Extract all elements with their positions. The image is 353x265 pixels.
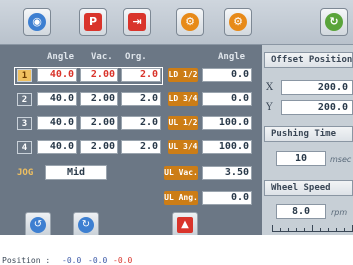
header-vac: Vac. xyxy=(91,52,113,62)
vac-field[interactable]: 2.00 xyxy=(80,92,118,106)
angle-field[interactable]: 40.0 xyxy=(37,116,77,130)
offset-title: Offset Position xyxy=(264,52,353,68)
header-angle: Angle xyxy=(47,52,75,62)
vac-field[interactable]: 2.00 xyxy=(80,68,118,82)
org-field[interactable]: 2.0 xyxy=(121,140,161,154)
param-field[interactable]: 0.0 xyxy=(202,92,252,106)
pushing-title: Pushing Time xyxy=(264,126,353,142)
org-field[interactable]: 2.0 xyxy=(121,92,161,106)
y-axis-label: Y xyxy=(266,102,273,113)
gear-icon: ⚙ xyxy=(181,13,199,31)
header-angle-2: Angle xyxy=(218,52,246,62)
position-y: -0.0 xyxy=(88,256,108,265)
globe-icon: ◉ xyxy=(28,13,46,31)
offset-y-field[interactable]: 200.0 xyxy=(281,100,353,115)
param-label: LD 1/2 xyxy=(168,68,198,82)
x-axis-label: X xyxy=(266,82,274,93)
pushing-unit: msec xyxy=(330,155,352,164)
exit-button[interactable]: ⇥ xyxy=(123,8,151,36)
position-x: -0.0 xyxy=(62,256,82,265)
pushing-field[interactable]: 10 xyxy=(276,151,326,166)
position-label: Position : xyxy=(2,256,51,265)
warning-icon: ▲ xyxy=(177,217,193,233)
vac-field[interactable]: 2.00 xyxy=(80,140,118,154)
angle-field[interactable]: 40.0 xyxy=(37,92,77,106)
param-label: UL 1/2 xyxy=(168,116,198,130)
row-number[interactable]: 4 xyxy=(17,141,32,154)
header-org: Org. xyxy=(125,52,147,62)
vac-field[interactable]: 2.00 xyxy=(80,116,118,130)
rotate-right-icon: ↻ xyxy=(78,217,94,233)
settings-button-1[interactable]: ⚙ xyxy=(176,8,204,36)
row-number[interactable]: 1 xyxy=(17,69,32,82)
param-label: UL Ang. xyxy=(164,191,198,205)
jog-select[interactable]: Mid xyxy=(45,165,107,180)
param-field[interactable]: 3.50 xyxy=(202,166,252,180)
wheel-speed-field[interactable]: 8.0 xyxy=(276,204,326,219)
param-label: LD 3/4 xyxy=(168,92,198,106)
wheel-unit: rpm xyxy=(331,208,348,217)
org-field[interactable]: 2.0 xyxy=(121,116,161,130)
gear-icon-2: ⚙ xyxy=(229,13,247,31)
jog-label: JOG xyxy=(17,168,34,178)
offset-x-field[interactable]: 200.0 xyxy=(281,80,353,95)
refresh-button[interactable]: ↻ xyxy=(320,8,348,36)
settings-button-2[interactable]: ⚙ xyxy=(224,8,252,36)
park-button[interactable]: P xyxy=(79,8,107,36)
exit-icon: ⇥ xyxy=(128,13,146,31)
row-number[interactable]: 3 xyxy=(17,117,32,130)
wheel-title: Wheel Speed xyxy=(264,180,353,196)
row-number[interactable]: 2 xyxy=(17,93,32,106)
param-label: UL Vac. xyxy=(164,166,198,180)
home-button[interactable]: ◉ xyxy=(23,8,51,36)
param-field[interactable]: 100.0 xyxy=(202,116,252,130)
p-icon: P xyxy=(84,13,102,31)
wheel-speed-slider[interactable] xyxy=(272,224,353,232)
angle-field[interactable]: 40.0 xyxy=(37,68,77,82)
param-field[interactable]: 0.0 xyxy=(202,191,252,205)
position-z: -0.0 xyxy=(113,256,133,265)
org-field[interactable]: 2.0 xyxy=(121,68,161,82)
param-label: UL 3/4 xyxy=(168,140,198,154)
rotate-left-icon: ↺ xyxy=(30,217,46,233)
angle-field[interactable]: 40.0 xyxy=(37,140,77,154)
refresh-icon: ↻ xyxy=(325,13,343,31)
param-field[interactable]: 0.0 xyxy=(202,68,252,82)
param-field[interactable]: 100.0 xyxy=(202,140,252,154)
status-bar xyxy=(0,235,353,265)
